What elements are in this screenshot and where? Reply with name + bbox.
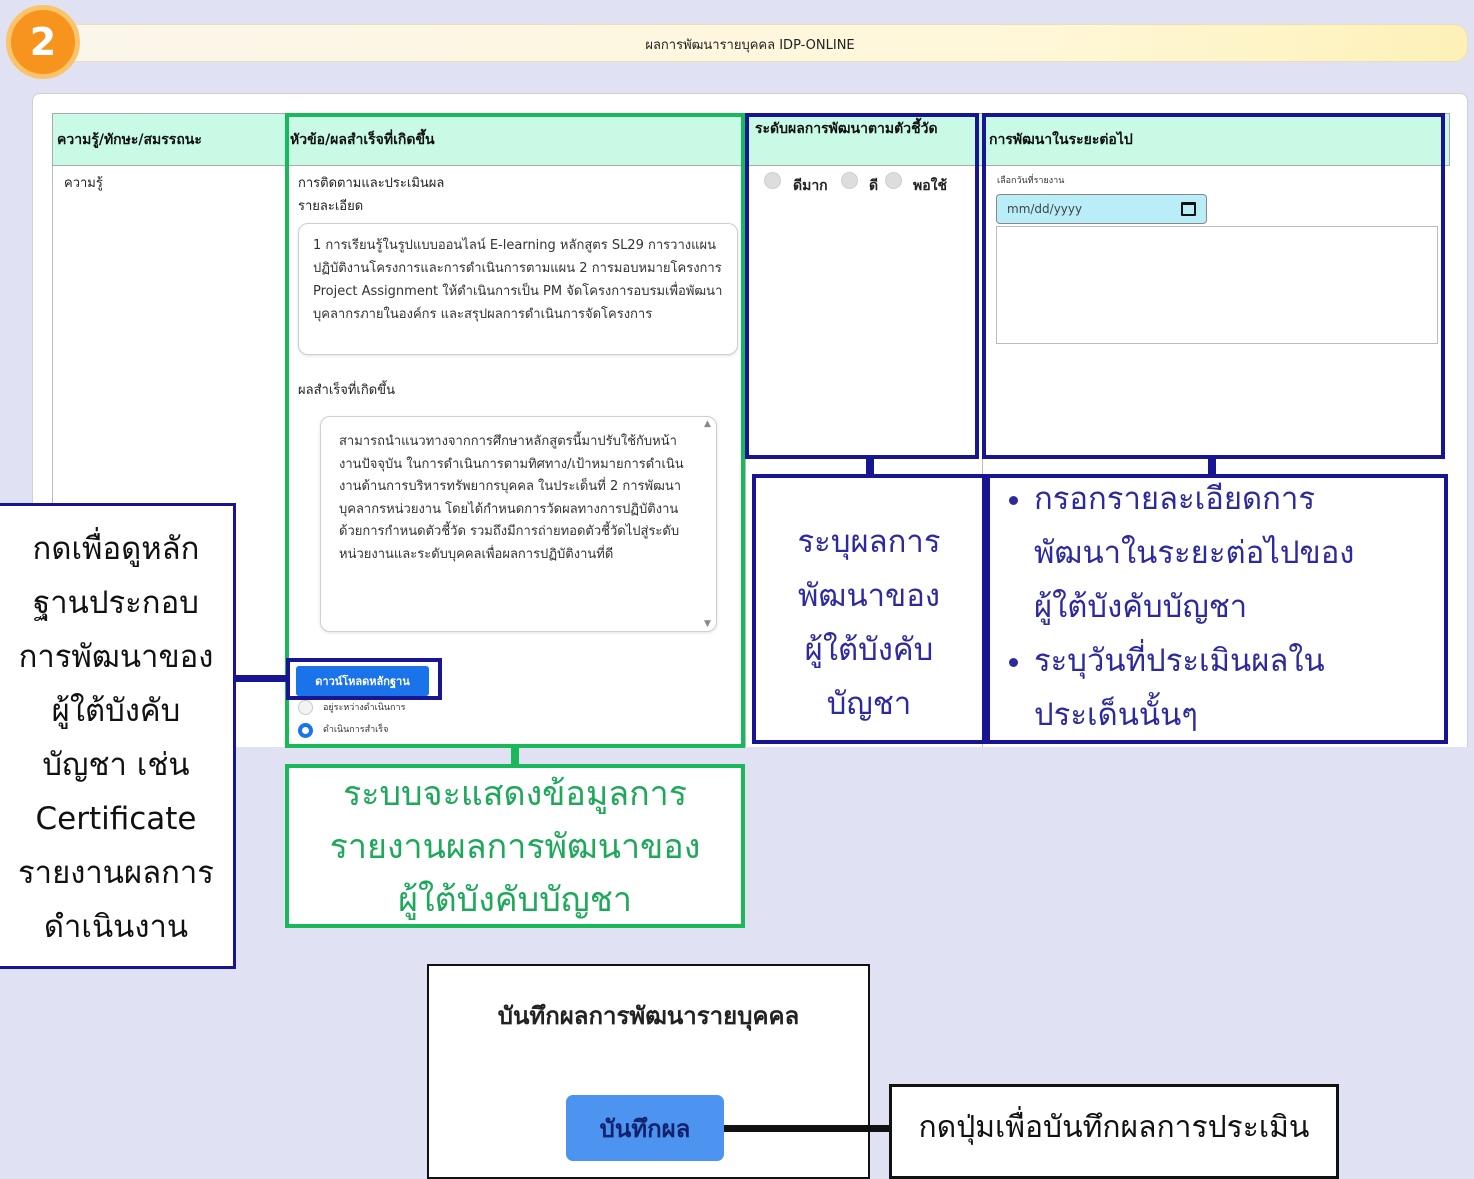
topic-column-highlight xyxy=(285,113,745,748)
next-dev-bullet-line: ผู้ใต้บังคับบัญชา xyxy=(1034,589,1248,625)
left-callout-line: บัญชา เช่น xyxy=(42,747,190,783)
save-connector xyxy=(724,1125,894,1132)
download-button-highlight xyxy=(286,658,442,700)
save-callout-box: กดปุ่มเพื่อบันทึกผลการประเมิน xyxy=(889,1084,1339,1179)
rating-callout-line: บัญชา xyxy=(826,686,912,722)
next-dev-bullet: ระบุวันที่ประเมินผลใน ประเด็นนั้นๆ xyxy=(1034,634,1444,742)
green-callout-line: รายงานผลการพัฒนาของ xyxy=(329,827,701,867)
step-badge: 2 xyxy=(6,5,80,79)
save-callout-text: กดปุ่มเพื่อบันทึกผลการประเมิน xyxy=(918,1109,1310,1145)
next-dev-bullet-list: กรอกรายละเอียดการ พัฒนาในระยะต่อไปของ ผู… xyxy=(990,472,1444,742)
save-result-button[interactable]: บันทึกผล xyxy=(566,1095,724,1161)
col-header-competency: ความรู้/ทักษะ/สมรรถนะ xyxy=(57,132,202,148)
left-callout-line: ฐานประกอบ xyxy=(33,585,199,621)
rating-callout-line: ผู้ใต้บังคับ xyxy=(804,632,934,668)
left-callout-line: ผู้ใต้บังคับ xyxy=(51,693,181,729)
rating-callout-box: ระบุผลการ พัฒนาของ ผู้ใต้บังคับ บัญชา xyxy=(752,474,986,744)
green-callout-box: ระบบจะแสดงข้อมูลการ รายงานผลการพัฒนาของ … xyxy=(285,764,745,928)
left-callout-line: ดำเนินงาน xyxy=(43,909,189,945)
left-callout-box: กดเพื่อดูหลัก ฐานประกอบ การพัฒนาของ ผู้ใ… xyxy=(0,503,236,969)
next-dev-column-highlight xyxy=(982,113,1445,459)
left-callout-line: รายงานผลการ xyxy=(18,855,214,891)
rating-column-highlight xyxy=(745,113,979,459)
next-dev-bullet-line: พัฒนาในระยะต่อไปของ xyxy=(1034,535,1355,571)
next-dev-bullet-line: กรอกรายละเอียดการ xyxy=(1034,481,1316,517)
rating-callout-line: ระบุผลการ xyxy=(797,524,941,560)
next-dev-bullet: กรอกรายละเอียดการ พัฒนาในระยะต่อไปของ ผู… xyxy=(1034,472,1444,634)
competency-category: ความรู้ xyxy=(64,176,103,191)
next-dev-bullet-line: ระบุวันที่ประเมินผลใน xyxy=(1034,643,1325,679)
green-callout-line: ผู้ใต้บังคับบัญชา xyxy=(398,880,632,920)
rating-callout-line: พัฒนาของ xyxy=(798,578,940,614)
next-dev-callout-box: กรอกรายละเอียดการ พัฒนาในระยะต่อไปของ ผู… xyxy=(986,474,1448,744)
left-callout-line: Certificate xyxy=(35,801,197,837)
next-dev-bullet-line: ประเด็นนั้นๆ xyxy=(1034,697,1198,733)
green-callout-line: ระบบจะแสดงข้อมูลการ xyxy=(342,774,688,814)
left-connector xyxy=(235,675,288,682)
left-callout-line: การพัฒนาของ xyxy=(18,639,214,675)
page-title: ผลการพัฒนารายบุคคล IDP-ONLINE xyxy=(645,38,855,53)
left-callout-line: กดเพื่อดูหลัก xyxy=(32,531,200,567)
save-panel-title: บันทึกผลการพัฒนารายบุคคล xyxy=(497,1002,800,1030)
